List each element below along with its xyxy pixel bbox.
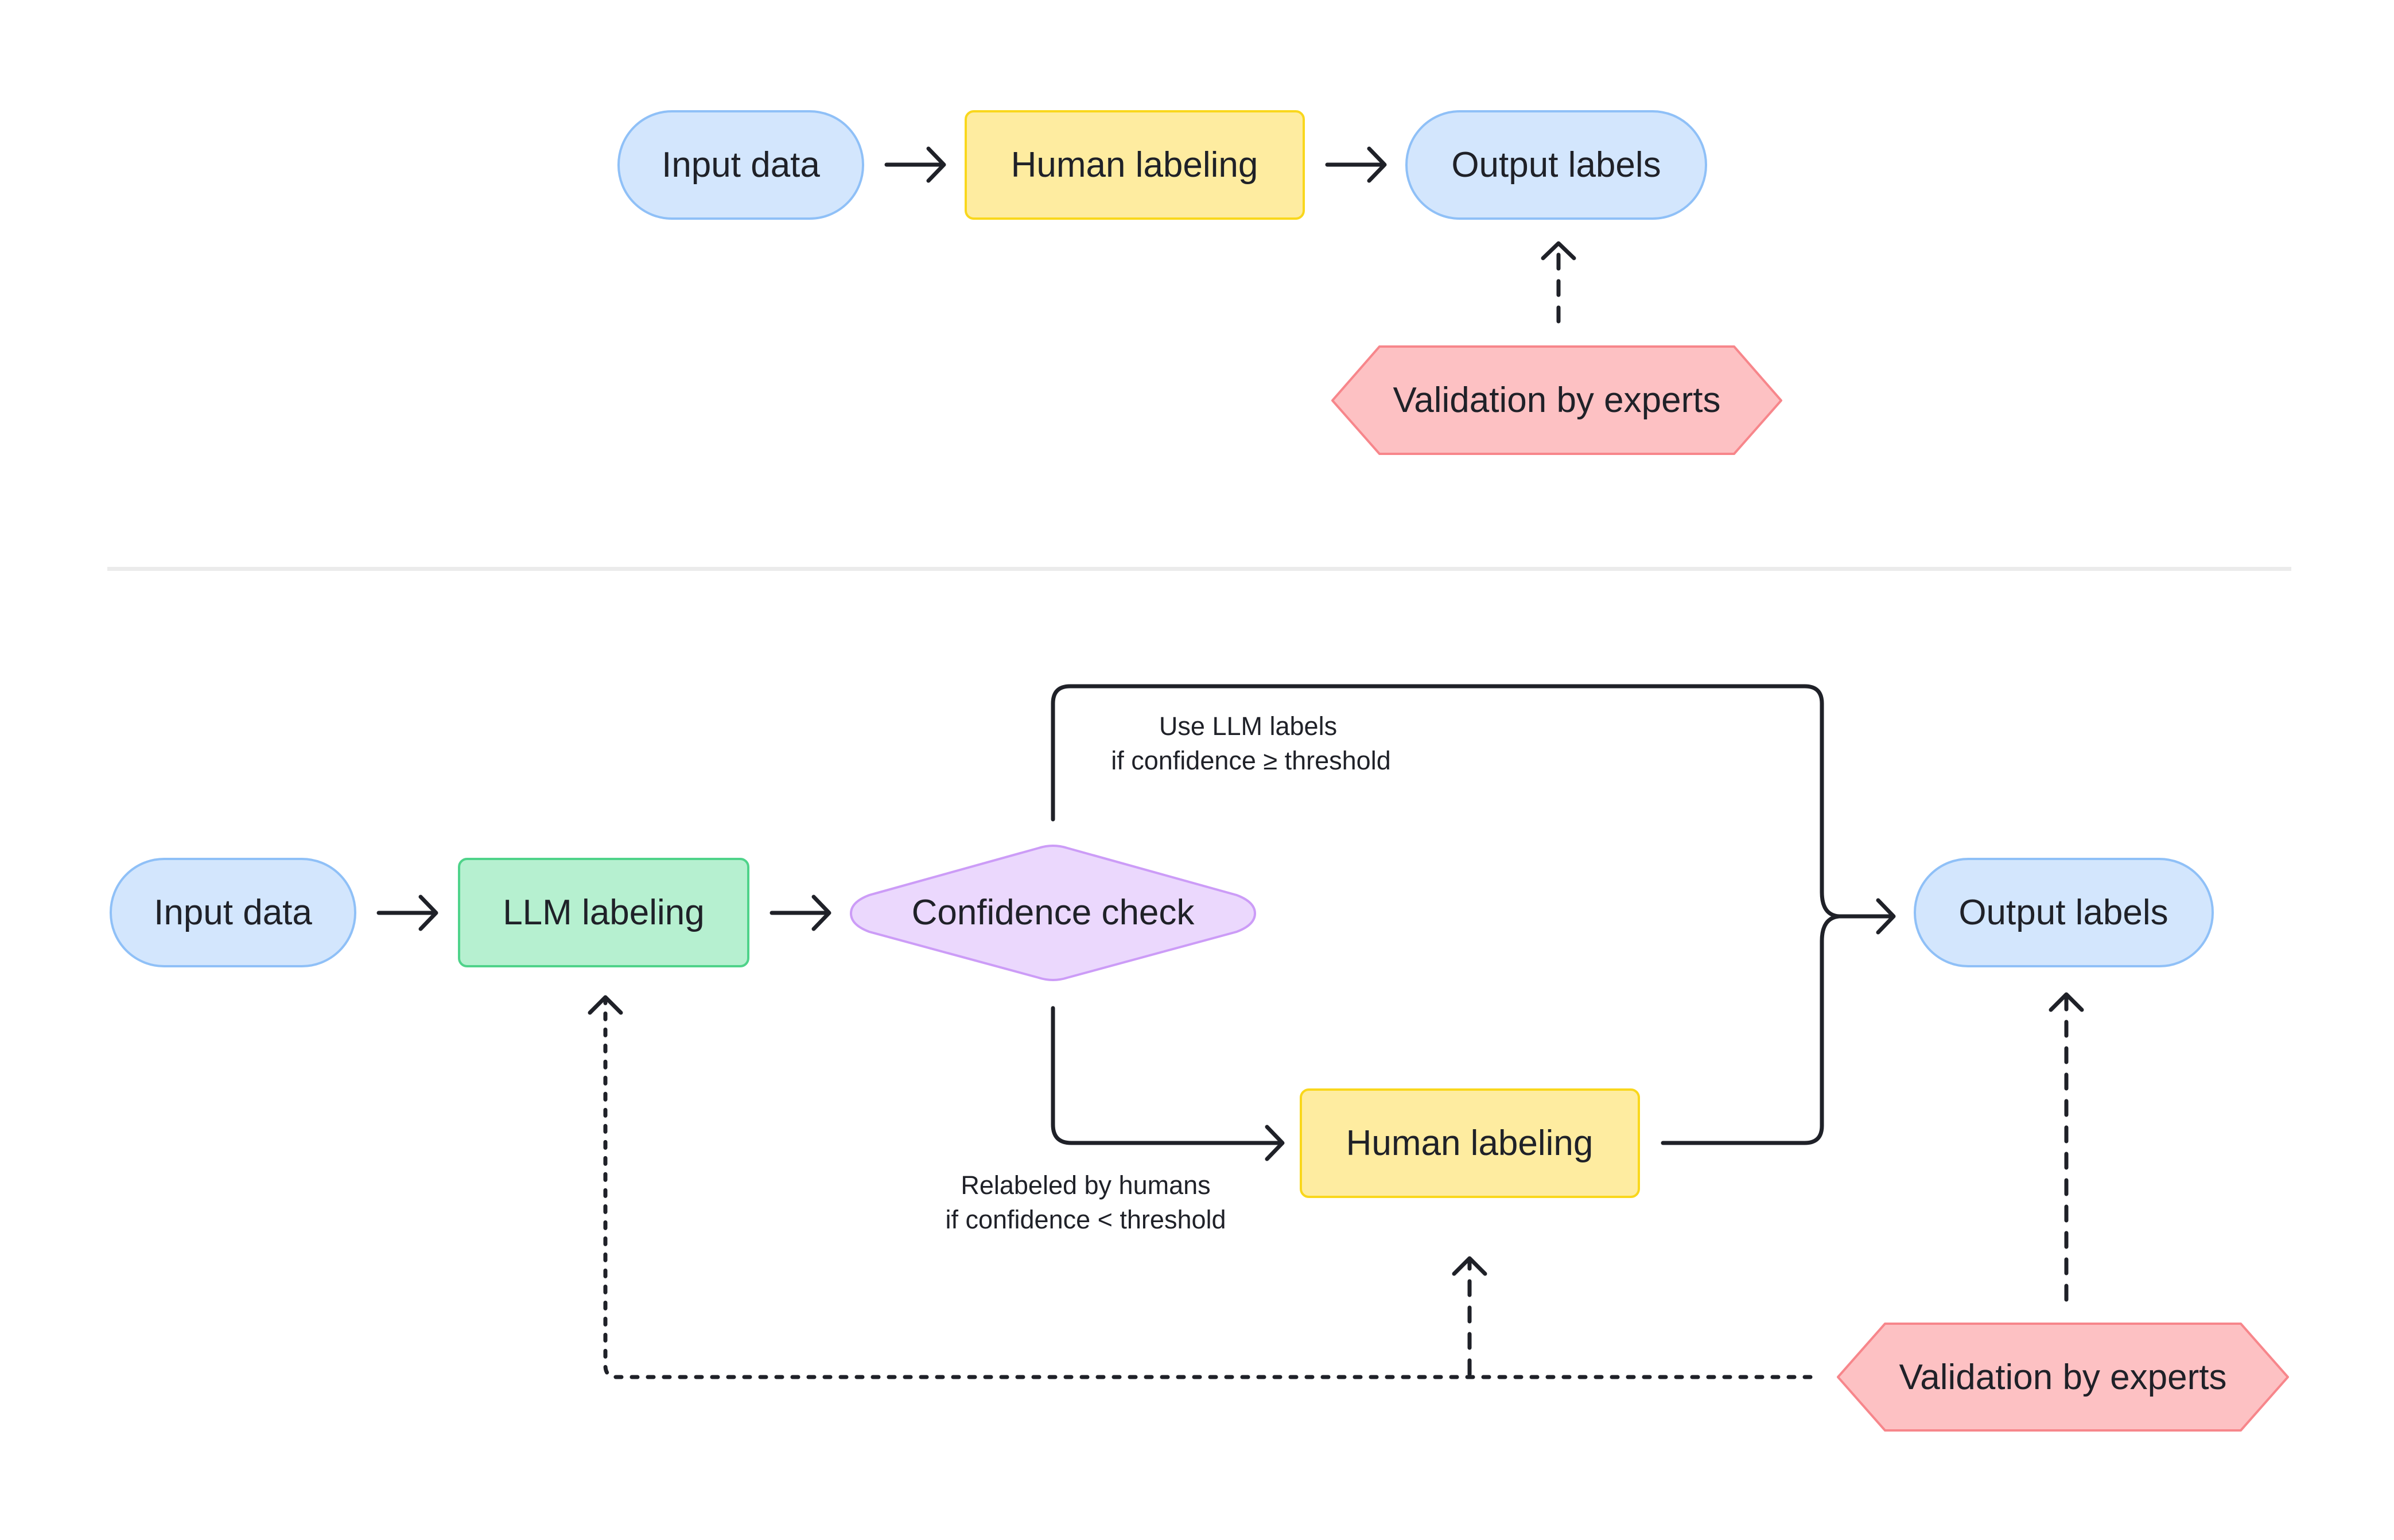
low-confidence-edge <box>1051 1006 1285 1161</box>
top-validation-label: Validation by experts <box>1393 380 1721 420</box>
validation-to-output-arrow <box>2049 992 2084 1302</box>
bottom-output-node[interactable]: Output labels <box>1914 858 2214 967</box>
top-flow: Input data Human labeling Output labels <box>617 110 1782 455</box>
bottom-arrow-llm-to-decision <box>770 895 831 931</box>
low-confidence-label-line-1: Relabeled by humans <box>961 1170 1210 1200</box>
low-confidence-label-line-2: if confidence < threshold <box>945 1205 1226 1234</box>
low-confidence-edge-label: Relabeled by humans if confidence < thre… <box>945 1170 1226 1234</box>
top-input-label: Input data <box>662 145 820 185</box>
bottom-input-node[interactable]: Input data <box>110 858 356 967</box>
llm-labeling-node[interactable]: LLM labeling <box>458 858 749 967</box>
bottom-human-labeling-label: Human labeling <box>1346 1123 1594 1163</box>
bottom-human-labeling-node[interactable]: Human labeling <box>1300 1088 1640 1198</box>
top-human-labeling-label: Human labeling <box>1011 145 1258 185</box>
top-output-node[interactable]: Output labels <box>1405 110 1707 220</box>
bottom-validation-label: Validation by experts <box>1899 1358 2227 1397</box>
bottom-validation-node[interactable]: Validation by experts <box>1837 1323 2289 1432</box>
section-divider <box>107 567 2291 571</box>
merge-to-output-arrow <box>1831 898 1896 935</box>
high-confidence-edge-label: Use LLM labels if confidence ≥ threshold <box>1111 711 1391 775</box>
high-confidence-label-line-1: Use LLM labels <box>1159 711 1337 741</box>
bottom-input-label: Input data <box>154 893 312 932</box>
top-validation-arrow <box>1541 241 1576 324</box>
top-human-labeling-node[interactable]: Human labeling <box>965 110 1305 220</box>
high-confidence-label-line-2: if confidence ≥ threshold <box>1111 746 1391 775</box>
confidence-check-node[interactable]: Confidence check <box>849 845 1257 981</box>
bottom-arrow-input-to-llm <box>376 895 438 931</box>
top-validation-node[interactable]: Validation by experts <box>1331 345 1782 455</box>
human-to-merge-edge <box>1661 914 1841 1145</box>
top-arrow-human-to-output <box>1325 146 1387 183</box>
top-arrow-input-to-human <box>884 146 946 183</box>
bottom-flow: Input data LLM labeling Confidence check… <box>110 684 2289 1432</box>
confidence-check-label: Confidence check <box>912 893 1195 932</box>
top-output-label: Output labels <box>1451 145 1661 185</box>
diagram-canvas: Input data Human labeling Output labels <box>107 110 2291 1432</box>
top-input-node[interactable]: Input data <box>617 110 864 220</box>
llm-labeling-label: LLM labeling <box>503 893 705 932</box>
bottom-output-label: Output labels <box>1958 893 2168 932</box>
